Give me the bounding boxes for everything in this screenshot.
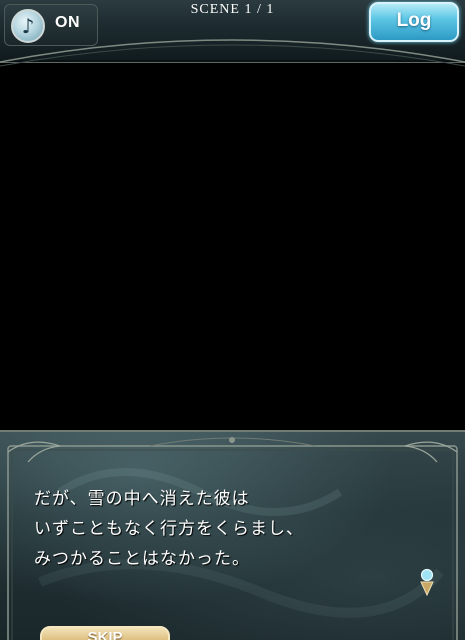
dialogue-line: いずこともなく行方をくらまし、 — [34, 519, 304, 539]
skip-button-label: SKIP — [87, 629, 123, 640]
scene-counter: SCENE 1 / 1 — [190, 2, 275, 17]
dialogue-text: だが、雪の中へ消えた彼は いずこともなく行方をくらまし、 みつかることはなかった… — [34, 484, 434, 574]
dialogue-line: みつかることはなかった。 — [34, 549, 250, 569]
next-page-indicator-icon[interactable] — [418, 568, 436, 596]
scene-viewport[interactable] — [0, 62, 465, 430]
sound-state-label: ON — [55, 14, 80, 31]
skip-button[interactable]: SKIP — [40, 626, 170, 640]
message-window[interactable]: だが、雪の中へ消えた彼は いずこともなく行方をくらまし、 みつかることはなかった… — [0, 430, 465, 640]
dialogue-line: だが、雪の中へ消えた彼は — [34, 489, 250, 509]
music-note-icon: ♪ — [11, 9, 45, 43]
log-button[interactable]: Log — [369, 2, 459, 42]
log-button-label: Log — [396, 10, 432, 31]
sound-toggle-button[interactable]: ♪ ON — [4, 4, 98, 46]
story-scene-screen[interactable]: ♪ ON SCENE 1 / 1 Log だが、雪の中へ消えた彼は いずこともな… — [0, 0, 465, 640]
top-bar: ♪ ON SCENE 1 / 1 Log — [0, 0, 465, 67]
